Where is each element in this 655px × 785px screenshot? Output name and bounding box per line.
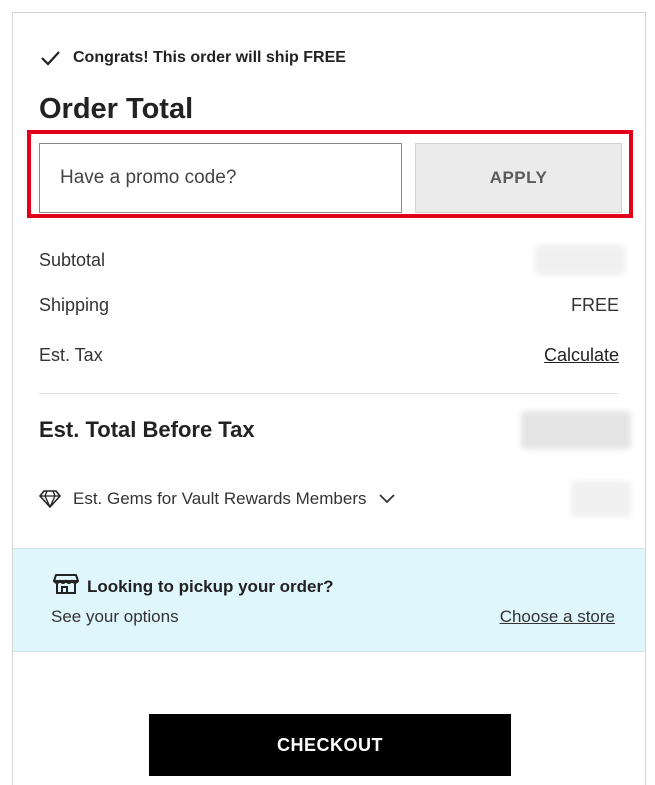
- choose-store-link[interactable]: Choose a store: [500, 607, 615, 627]
- pickup-subtitle: See your options: [51, 607, 179, 626]
- pickup-banner: Looking to pickup your order? See your o…: [13, 548, 645, 652]
- store-icon: [53, 573, 79, 600]
- summary-divider: [39, 393, 619, 394]
- diamond-icon: [39, 490, 61, 508]
- gems-label: Est. Gems for Vault Rewards Members: [73, 489, 367, 508]
- total-row: Est. Total Before Tax: [39, 411, 631, 449]
- gems-value-redacted: [571, 481, 631, 517]
- order-total-title: Order Total: [39, 93, 194, 125]
- calculate-tax-link[interactable]: Calculate: [544, 345, 619, 366]
- shipping-value: FREE: [570, 295, 619, 315]
- check-icon: [39, 49, 61, 67]
- promo-code-input[interactable]: [39, 143, 402, 213]
- gems-toggle[interactable]: Est. Gems for Vault Rewards Members: [39, 489, 395, 509]
- shipping-label: Shipping: [39, 295, 110, 315]
- pickup-title: Looking to pickup your order?: [87, 576, 334, 596]
- pickup-heading: Looking to pickup your order?: [53, 573, 334, 600]
- subtotal-label: Subtotal: [39, 249, 106, 270]
- free-shipping-text: Congrats! This order will ship FREE: [73, 49, 346, 66]
- order-summary-panel: Congrats! This order will ship FREE Orde…: [12, 12, 646, 785]
- tax-label: Est. Tax: [39, 345, 103, 365]
- chevron-down-icon[interactable]: [378, 494, 395, 504]
- shipping-row: Shipping FREE: [39, 295, 619, 316]
- apply-promo-button[interactable]: APPLY: [415, 143, 622, 213]
- total-label: Est. Total Before Tax: [39, 417, 255, 442]
- checkout-button[interactable]: CHECKOUT: [149, 714, 511, 776]
- tax-row: Est. Tax Calculate: [39, 345, 619, 366]
- total-value-redacted: [521, 411, 631, 449]
- gems-row: Est. Gems for Vault Rewards Members: [39, 481, 631, 517]
- free-shipping-notice: Congrats! This order will ship FREE: [39, 49, 346, 67]
- subtotal-value-redacted: [535, 245, 625, 275]
- subtotal-row: Subtotal: [39, 245, 625, 275]
